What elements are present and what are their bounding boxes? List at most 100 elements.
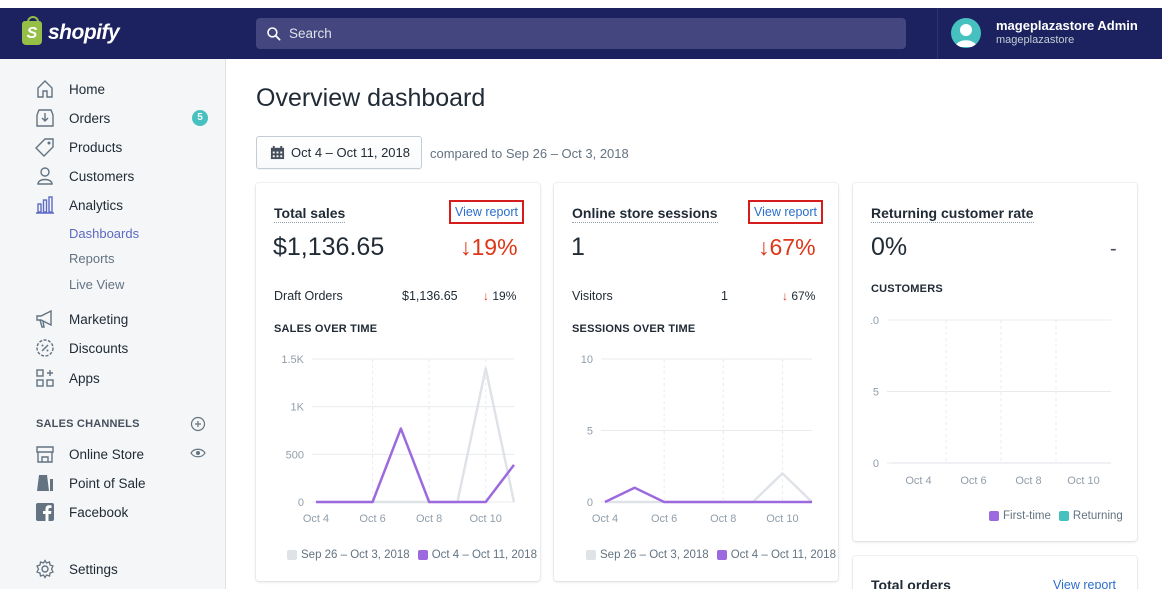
returning-change-placeholder: -: [1110, 238, 1117, 260]
y-tick-label: 5: [587, 426, 593, 438]
sessions-over-time-chart: 0 5 10 Oct 4 Oct 6 Oct 8 Oct 10: [581, 354, 813, 525]
total-sales-change: ↓19%: [460, 234, 518, 260]
legend-swatch-returning: [1058, 511, 1069, 521]
add-channel-icon[interactable]: [190, 416, 206, 432]
date-range-button[interactable]: Oct 4 – Oct 11, 2018: [256, 136, 422, 169]
legend-current: Oct 4 – Oct 11, 2018: [431, 549, 537, 561]
legend-swatch-first-time: [989, 511, 999, 521]
sales-over-time-chart: 0 500 1K 1.5K Oct 4 Oct 6 Oct 8 Oct 10: [281, 354, 516, 525]
card-title[interactable]: Total orders: [871, 577, 951, 589]
draft-orders-value: $1,136.65: [402, 289, 458, 303]
sidebar-item-marketing[interactable]: Marketing: [0, 306, 226, 332]
draft-orders-label: Draft Orders: [274, 289, 343, 303]
chart-title: SESSIONS OVER TIME: [572, 323, 696, 335]
search-placeholder: Search: [289, 26, 332, 41]
x-tick-label: Oct 4: [905, 475, 931, 487]
sidebar-subitem-dashboards[interactable]: Dashboards: [69, 226, 139, 241]
sidebar-item-label: Customers: [69, 168, 135, 184]
x-tick-label: Oct 10: [766, 513, 798, 525]
change-value: 67%: [791, 289, 816, 303]
x-tick-label: Oct 10: [1067, 475, 1099, 487]
orders-icon: [36, 109, 54, 127]
sidebar-item-label: Products: [69, 139, 123, 155]
legend-swatch-previous: [586, 550, 596, 560]
total-sales-card: Total sales View report $1,136.65 ↓19% D…: [256, 183, 540, 581]
sidebar-item-label: Settings: [69, 561, 118, 577]
sales-channels-heading: SALES CHANNELS: [36, 418, 140, 430]
sidebar-item-customers[interactable]: Customers: [0, 163, 226, 189]
sidebar-item-label: Discounts: [69, 340, 129, 356]
y-tick-label: 0: [873, 458, 879, 470]
orders-count-badge: 5: [192, 110, 208, 126]
gear-icon: [36, 559, 54, 579]
sidebar-subitem-live-view[interactable]: Live View: [69, 277, 124, 292]
chart-legend: First-time Returning: [989, 510, 1123, 522]
facebook-icon: [36, 503, 54, 521]
page-title: Overview dashboard: [256, 84, 486, 112]
analytics-icon: [36, 196, 54, 214]
search-input[interactable]: Search: [256, 18, 906, 49]
user-store: mageplazastore: [996, 34, 1075, 46]
change-value: 67%: [769, 234, 816, 260]
user-menu[interactable]: mageplazastore Admin mageplazastore: [937, 8, 1162, 59]
legend-current: Oct 4 – Oct 11, 2018: [730, 549, 836, 561]
tag-icon: [35, 138, 54, 157]
y-tick-label: 1.5K: [281, 354, 304, 366]
sidebar-item-apps[interactable]: Apps: [0, 365, 226, 391]
sidebar-item-label: Apps: [69, 370, 100, 386]
previous-series-line: [316, 367, 516, 504]
store-icon: [36, 446, 54, 463]
shopify-bag-icon: S: [22, 16, 42, 45]
sessions-change: ↓67%: [758, 234, 816, 260]
view-report-link[interactable]: View report: [1053, 578, 1116, 589]
user-name: mageplazastore Admin: [996, 18, 1138, 33]
x-tick-label: Oct 10: [470, 513, 502, 525]
home-icon: [37, 80, 53, 98]
calendar-icon: [270, 145, 285, 160]
change-value: 19%: [471, 234, 518, 260]
shopify-logo[interactable]: S shopify: [22, 16, 120, 45]
y-tick-label: 500: [286, 449, 304, 461]
sidebar-item-label: Analytics: [69, 197, 124, 213]
sidebar-item-settings[interactable]: Settings: [0, 556, 226, 582]
current-series-line: [316, 427, 515, 504]
apps-icon: [36, 369, 54, 387]
card-title[interactable]: Returning customer rate: [871, 205, 1034, 223]
x-tick-label: Oct 6: [651, 513, 677, 525]
pos-icon: [37, 475, 53, 491]
y-tick-label: 10: [871, 315, 879, 327]
sidebar-item-point-of-sale[interactable]: Point of Sale: [0, 470, 226, 496]
sidebar-item-products[interactable]: Products: [0, 134, 226, 160]
chart-title: CUSTOMERS: [871, 283, 943, 295]
sidebar-item-home[interactable]: Home: [0, 76, 226, 102]
eye-icon[interactable]: [190, 445, 206, 461]
y-tick-label: 0: [298, 497, 304, 509]
avatar: [951, 18, 981, 48]
y-tick-label: 1K: [291, 402, 305, 414]
x-tick-label: Oct 8: [1015, 475, 1041, 487]
down-arrow-icon: ↓: [483, 289, 489, 303]
view-report-link[interactable]: View report: [748, 200, 823, 224]
sidebar-item-analytics[interactable]: Analytics: [0, 192, 226, 218]
current-series-line: [604, 486, 812, 504]
y-tick-label: 5: [873, 387, 879, 399]
total-orders-card: Total orders View report: [853, 556, 1137, 589]
x-tick-label: Oct 8: [416, 513, 442, 525]
y-tick-label: 0: [587, 497, 593, 509]
chart-title: SALES OVER TIME: [274, 323, 378, 335]
customers-icon: [37, 167, 53, 185]
sidebar-item-orders[interactable]: Orders 5: [0, 105, 226, 131]
sidebar-item-label: Home: [69, 81, 106, 97]
card-title[interactable]: Total sales: [274, 205, 346, 223]
sidebar-item-facebook[interactable]: Facebook: [0, 499, 226, 525]
sidebar-subitem-reports[interactable]: Reports: [69, 251, 115, 266]
legend-first-time: First-time: [1003, 510, 1051, 522]
change-value: 19%: [492, 289, 517, 303]
legend-previous: Sep 26 – Oct 3, 2018: [301, 549, 410, 561]
view-report-link[interactable]: View report: [449, 200, 524, 224]
sidebar-item-discounts[interactable]: Discounts: [0, 335, 226, 361]
legend-returning: Returning: [1072, 510, 1123, 522]
returning-rate-value: 0%: [871, 233, 908, 261]
card-title[interactable]: Online store sessions: [572, 205, 718, 223]
online-store-sessions-card: Online store sessions View report 1 ↓67%…: [554, 183, 838, 581]
